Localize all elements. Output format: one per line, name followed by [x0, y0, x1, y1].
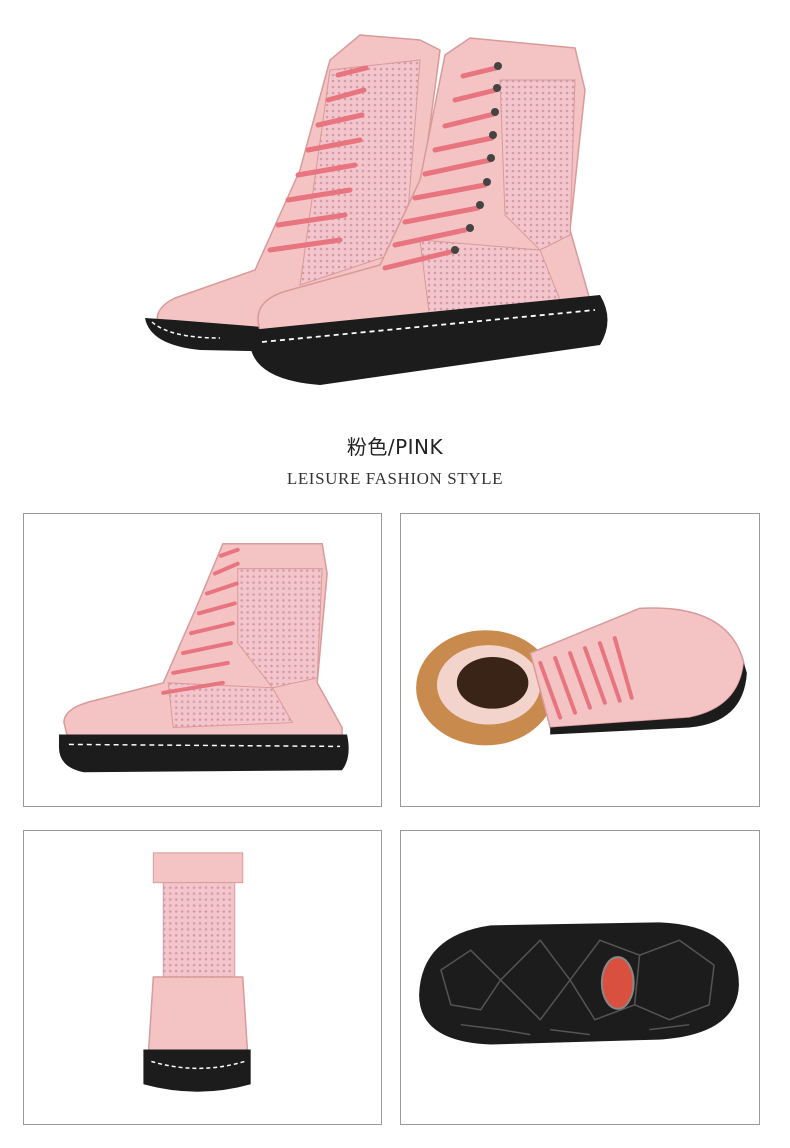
color-caption: 粉色/PINK: [346, 435, 444, 459]
boot-outsole-view: [419, 922, 739, 1045]
back-view-panel: [23, 830, 382, 1125]
boot-top-view: [416, 607, 747, 746]
boots-pair-illustration: [145, 34, 608, 385]
hero-product-photo: [0, 0, 790, 420]
style-caption: LEISURE FASHION STYLE: [286, 469, 504, 488]
top-view-panel: [400, 513, 760, 807]
boot-back-view: [143, 852, 251, 1092]
boot-side-view: [58, 543, 349, 773]
side-view-panel: [23, 513, 382, 807]
outsole-view-panel: [400, 830, 760, 1125]
